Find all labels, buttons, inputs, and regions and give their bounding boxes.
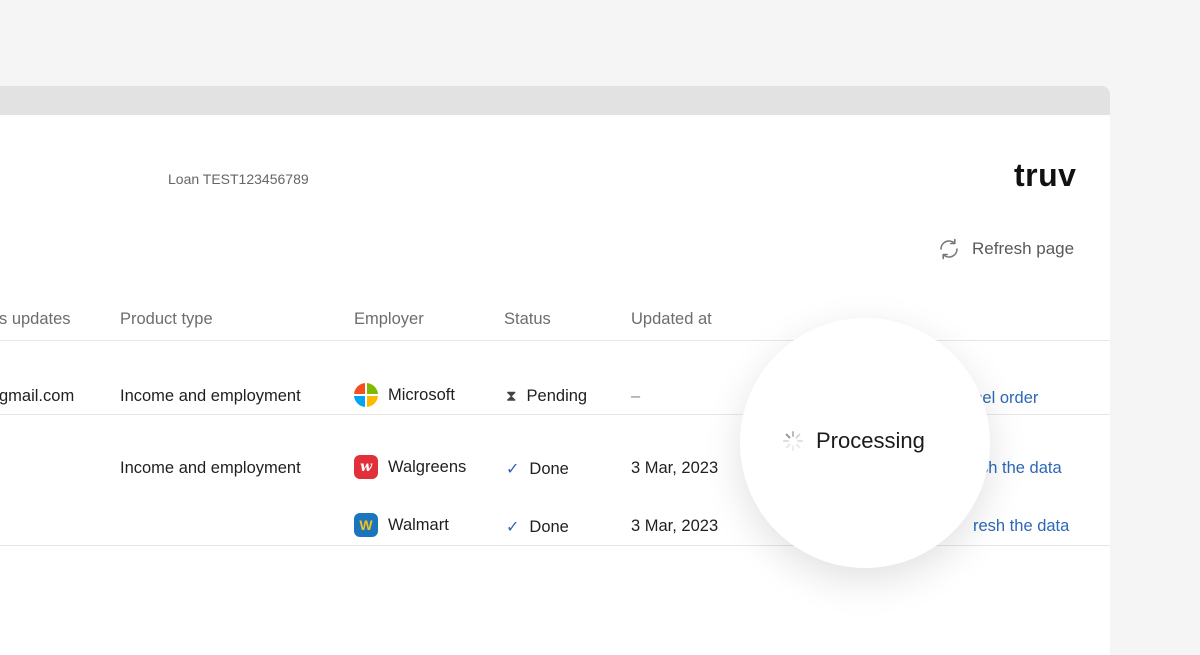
column-header-status: Status bbox=[504, 310, 551, 328]
truv-logo: truv bbox=[1014, 157, 1077, 193]
walmart-logo-icon: W bbox=[354, 513, 378, 537]
updated-at-cell: 3 Mar, 2023 bbox=[631, 459, 719, 477]
refresh-label: Refresh page bbox=[972, 239, 1075, 258]
column-header-status-updates: s updates bbox=[0, 310, 71, 328]
product-type-cell: Income and employment bbox=[120, 387, 301, 405]
loan-id: Loan TEST123456789 bbox=[168, 171, 309, 187]
column-header-product-type: Product type bbox=[120, 310, 213, 328]
status-label: Pending bbox=[526, 387, 588, 405]
spinner-icon bbox=[783, 431, 803, 451]
status-label: Done bbox=[529, 459, 569, 478]
header-divider bbox=[0, 340, 1110, 341]
refresh-data-link[interactable]: sh the data bbox=[980, 459, 1062, 478]
employer-name: Walgreens bbox=[388, 457, 467, 476]
product-type-cell: Income and employment bbox=[120, 459, 301, 477]
column-header-employer: Employer bbox=[354, 310, 424, 328]
updated-at-cell: 3 Mar, 2023 bbox=[631, 517, 719, 535]
refresh-data-link[interactable]: resh the data bbox=[973, 517, 1069, 536]
status-cell: ⧗ Pending bbox=[506, 387, 587, 406]
row-divider bbox=[0, 545, 1110, 546]
employer-cell: Microsoft bbox=[354, 383, 455, 407]
employer-name: Microsoft bbox=[388, 385, 455, 404]
hourglass-icon: ⧗ bbox=[506, 388, 517, 405]
processing-overlay: Processing bbox=[740, 318, 990, 568]
status-cell: ✓ Done bbox=[506, 459, 569, 479]
employer-cell: w Walgreens bbox=[354, 455, 466, 479]
check-icon: ✓ bbox=[506, 519, 520, 536]
check-icon: ✓ bbox=[506, 461, 520, 478]
updated-at-cell: – bbox=[631, 387, 641, 405]
status-label: Done bbox=[529, 517, 569, 536]
window-titlebar bbox=[0, 86, 1110, 115]
processing-indicator: Processing bbox=[782, 428, 925, 454]
refresh-page-button[interactable]: Refresh page bbox=[936, 235, 1074, 263]
employer-name: Walmart bbox=[388, 515, 449, 534]
processing-label: Processing bbox=[816, 428, 925, 453]
status-cell: ✓ Done bbox=[506, 517, 569, 537]
refresh-icon bbox=[940, 238, 958, 260]
column-header-updated-at: Updated at bbox=[631, 310, 712, 328]
walgreens-logo-icon: w bbox=[354, 455, 378, 479]
microsoft-logo-icon bbox=[354, 383, 378, 407]
email-cell: gmail.com bbox=[0, 387, 75, 405]
employer-cell: W Walmart bbox=[354, 513, 449, 537]
